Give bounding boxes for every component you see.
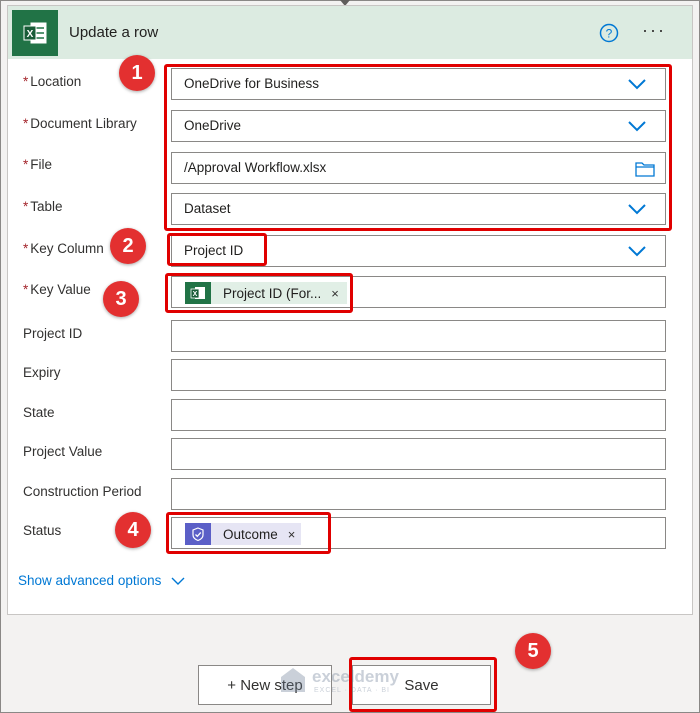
annotation-box-4 <box>166 512 331 554</box>
annotation-badge-3: 3 <box>103 281 139 317</box>
new-step-button[interactable]: + New step <box>198 665 332 705</box>
question-circle-icon[interactable]: ? <box>599 23 619 43</box>
annotation-box-2 <box>167 233 267 266</box>
file-label: * File <box>23 157 53 172</box>
chevron-down-icon <box>171 577 185 585</box>
annotation-badge-5: 5 <box>515 633 551 669</box>
project-value-label: Project Value <box>23 444 103 459</box>
annotation-box-1 <box>164 64 672 231</box>
annotation-badge-1: 1 <box>119 55 155 91</box>
annotation-box-3 <box>165 273 353 313</box>
expiry-label: Expiry <box>23 365 61 380</box>
location-label: * Location <box>23 74 82 89</box>
action-header[interactable]: X Update a row ? ··· <box>8 6 692 59</box>
svg-text:?: ? <box>606 27 613 41</box>
state-label: State <box>23 405 55 420</box>
ellipsis-icon[interactable]: ··· <box>642 20 672 40</box>
project-value-input[interactable] <box>171 438 666 470</box>
annotation-badge-4: 4 <box>115 512 151 548</box>
project-id-input[interactable] <box>171 320 666 352</box>
state-input[interactable] <box>171 399 666 431</box>
key-column-label: * Key Column <box>23 241 104 256</box>
chevron-down-icon <box>628 246 646 257</box>
excel-icon: X <box>12 10 58 56</box>
project-id-label: Project ID <box>23 326 83 341</box>
construction-period-input[interactable] <box>171 478 666 510</box>
annotation-badge-2: 2 <box>110 228 146 264</box>
expiry-input[interactable] <box>171 359 666 391</box>
show-advanced-options-link[interactable]: Show advanced options <box>18 573 185 588</box>
annotation-box-5 <box>349 657 497 712</box>
table-label: * Table <box>23 199 63 214</box>
construction-period-label: Construction Period <box>23 484 142 499</box>
action-title: Update a row <box>69 24 159 41</box>
document-library-label: * Document Library <box>23 116 137 131</box>
key-value-label: * Key Value <box>23 282 91 297</box>
status-label: Status <box>23 523 62 538</box>
svg-text:X: X <box>27 29 34 40</box>
